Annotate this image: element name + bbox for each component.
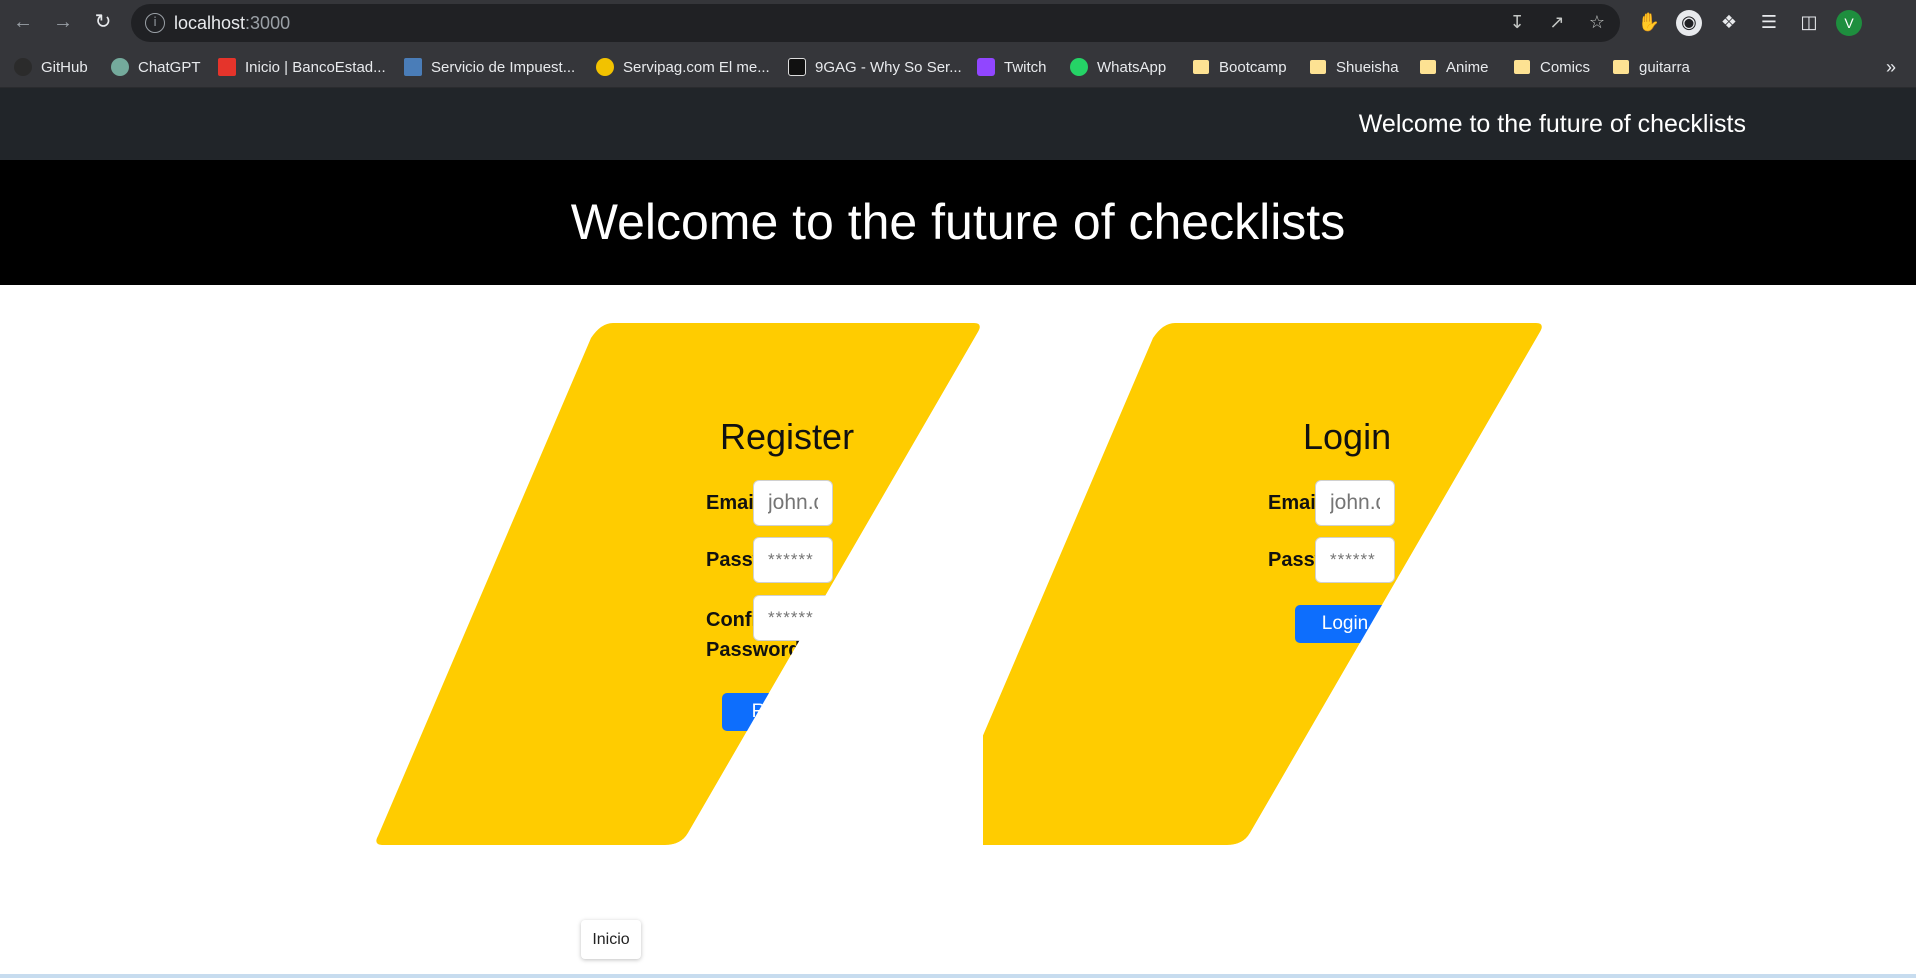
card-parallelogram bbox=[938, 323, 1542, 845]
app-navbar: Welcome to the future of checklists bbox=[0, 88, 1916, 160]
profile-avatar[interactable]: V bbox=[1836, 10, 1862, 36]
bookmarks-bar: GitHub ChatGPT Inicio | BancoEstad... Se… bbox=[0, 46, 1916, 88]
login-button[interactable]: Login bbox=[1295, 605, 1395, 643]
extensions-puzzle-icon[interactable]: ❖ bbox=[1716, 10, 1742, 36]
bookmark-folder-comics[interactable]: Comics bbox=[1514, 54, 1590, 80]
bancoestado-icon bbox=[218, 58, 236, 76]
9gag-icon bbox=[788, 58, 806, 76]
media-queue-icon[interactable]: ☰ bbox=[1756, 10, 1782, 36]
login-title: Login bbox=[1303, 416, 1392, 457]
page-title: Welcome to the future of checklists bbox=[570, 194, 1346, 250]
bookmark-star-icon[interactable]: ☆ bbox=[1586, 12, 1608, 34]
browser-toolbar: ← → ↻ i localhost:3000 ↧ ↗ ☆ ✋ ◉ ❖ ☰ ◫ V bbox=[0, 0, 1916, 46]
whatsapp-icon bbox=[1070, 58, 1088, 76]
folder-icon bbox=[1193, 60, 1209, 74]
status-strip bbox=[0, 974, 1916, 978]
bookmark-bancoestado[interactable]: Inicio | BancoEstad... bbox=[218, 54, 386, 80]
owl-extension-icon[interactable]: ◉ bbox=[1676, 10, 1702, 36]
login-email-label: Email bbox=[1268, 492, 1318, 514]
register-password-label: Password bbox=[706, 549, 756, 571]
card-parallelogram bbox=[376, 323, 980, 845]
folder-icon bbox=[1310, 60, 1326, 74]
install-app-icon[interactable]: ↧ bbox=[1506, 12, 1528, 34]
bookmark-sii[interactable]: Servicio de Impuest... bbox=[404, 54, 575, 80]
folder-icon bbox=[1420, 60, 1436, 74]
register-email-input[interactable] bbox=[753, 480, 833, 526]
servipag-icon bbox=[596, 58, 614, 76]
register-email-label: Email bbox=[706, 492, 756, 514]
bookmark-folder-guitarra[interactable]: guitarra bbox=[1613, 54, 1690, 80]
github-icon bbox=[14, 58, 32, 76]
chatgpt-icon bbox=[111, 58, 129, 76]
register-confirm-input[interactable] bbox=[753, 595, 833, 641]
side-panel-icon[interactable]: ◫ bbox=[1796, 10, 1822, 36]
sii-icon bbox=[404, 58, 422, 76]
bookmark-folder-anime[interactable]: Anime bbox=[1420, 54, 1489, 80]
register-card: Register Email Password Confirm Password… bbox=[373, 323, 983, 845]
bookmark-github[interactable]: GitHub bbox=[14, 54, 88, 80]
bookmark-folder-bootcamp[interactable]: Bootcamp bbox=[1193, 54, 1287, 80]
reload-icon[interactable]: ↻ bbox=[91, 10, 115, 34]
share-icon[interactable]: ↗ bbox=[1546, 12, 1568, 34]
hero-banner: Welcome to the future of checklists bbox=[0, 160, 1916, 285]
bookmark-chatgpt[interactable]: ChatGPT bbox=[111, 54, 201, 80]
forward-arrow-icon[interactable]: → bbox=[51, 10, 75, 34]
bookmark-servipag[interactable]: Servipag.com El me... bbox=[596, 54, 770, 80]
folder-icon bbox=[1514, 60, 1530, 74]
folder-icon bbox=[1613, 60, 1629, 74]
site-info-icon[interactable]: i bbox=[145, 13, 165, 33]
adblock-extension-icon[interactable]: ✋ bbox=[1636, 10, 1662, 36]
chevron-more-icon[interactable]: » bbox=[1886, 54, 1896, 80]
register-title: Register bbox=[720, 416, 855, 457]
login-email-input[interactable] bbox=[1315, 480, 1395, 526]
bookmark-whatsapp[interactable]: WhatsApp bbox=[1070, 54, 1166, 80]
bookmark-9gag[interactable]: 9GAG - Why So Ser... bbox=[788, 54, 962, 80]
url-text[interactable]: localhost:3000 bbox=[174, 4, 290, 42]
bookmark-twitch[interactable]: Twitch bbox=[977, 54, 1047, 80]
register-password-input[interactable] bbox=[753, 537, 833, 583]
twitch-icon bbox=[977, 58, 995, 76]
address-bar[interactable]: i localhost:3000 ↧ ↗ ☆ bbox=[131, 4, 1620, 42]
register-button[interactable]: Register bbox=[722, 693, 852, 731]
bookmark-folder-shueisha[interactable]: Shueisha bbox=[1310, 54, 1399, 80]
navbar-brand[interactable]: Welcome to the future of checklists bbox=[1359, 88, 1746, 160]
login-password-input[interactable] bbox=[1315, 537, 1395, 583]
login-password-label: Password bbox=[1268, 549, 1318, 571]
login-card: Login Email Password Login bbox=[935, 323, 1545, 845]
inicio-tooltip: Inicio bbox=[581, 920, 641, 959]
back-arrow-icon[interactable]: ← bbox=[11, 10, 35, 34]
